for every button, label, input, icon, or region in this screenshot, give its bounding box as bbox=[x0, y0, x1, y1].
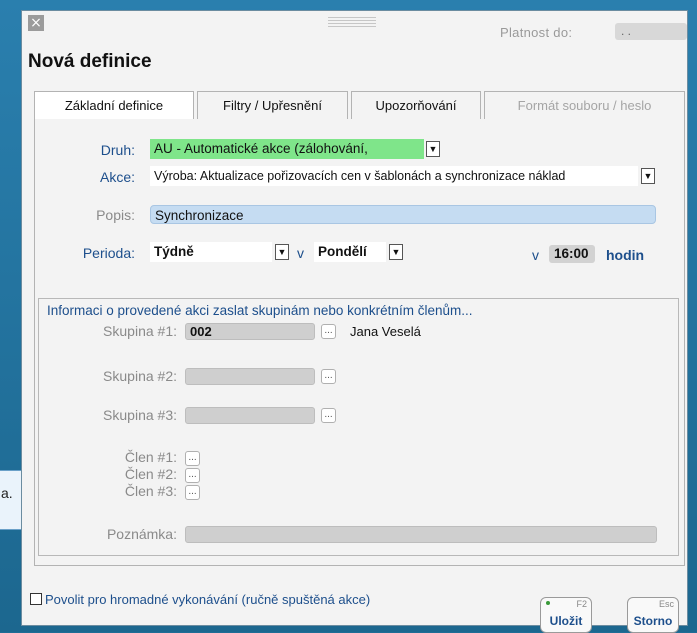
clen1-label: Člen #1: bbox=[124, 449, 177, 465]
section-title: Informaci o provedené akci zaslat skupin… bbox=[47, 303, 473, 318]
skupina1-browse-button[interactable]: ... bbox=[321, 324, 336, 339]
skupina2-browse-button[interactable]: ... bbox=[321, 369, 336, 384]
clen3-label: Člen #3: bbox=[124, 483, 177, 499]
druh-select[interactable]: AU - Automatické akce (zálohování, bbox=[150, 139, 424, 159]
popis-label: Popis: bbox=[96, 207, 135, 223]
clen1-browse-button[interactable]: ... bbox=[185, 451, 200, 466]
skupina1-member: Jana Veselá bbox=[350, 324, 421, 339]
drag-grip-icon[interactable] bbox=[328, 17, 376, 29]
cancel-button[interactable]: Esc Storno bbox=[627, 597, 679, 633]
cas-input[interactable]: 16:00 bbox=[549, 245, 595, 263]
tab-filtry[interactable]: Filtry / Upřesnění bbox=[197, 91, 348, 120]
skupina1-label: Skupina #1: bbox=[103, 323, 177, 339]
hodin-label: hodin bbox=[606, 247, 645, 263]
tooltip-text: a. bbox=[1, 485, 13, 501]
skupina3-label: Skupina #3: bbox=[103, 407, 177, 423]
perioda-v-label: v bbox=[297, 245, 304, 261]
platnost-field[interactable]: . . bbox=[615, 23, 687, 40]
chevron-down-icon[interactable]: ▼ bbox=[389, 244, 403, 260]
chevron-down-icon[interactable]: ▼ bbox=[641, 168, 655, 184]
clen3-browse-button[interactable]: ... bbox=[185, 485, 200, 500]
save-label: Uložit bbox=[549, 614, 583, 628]
notification-section: Informaci o provedené akci zaslat skupin… bbox=[38, 298, 679, 556]
hromadne-checkbox-label: Povolit pro hromadné vykonávání (ručně s… bbox=[45, 592, 371, 607]
clen2-browse-button[interactable]: ... bbox=[185, 468, 200, 483]
cancel-label: Storno bbox=[633, 614, 673, 628]
hromadne-checkbox[interactable] bbox=[30, 593, 42, 605]
cancel-shortcut: Esc bbox=[658, 599, 674, 609]
definition-dialog: × Platnost do: . . Nová definice Základn… bbox=[21, 10, 688, 633]
clen2-label: Člen #2: bbox=[124, 466, 177, 482]
status-led-icon bbox=[546, 601, 550, 605]
cas-v-label: v bbox=[532, 247, 539, 263]
tab-upozornovani[interactable]: Upozorňování bbox=[351, 91, 481, 120]
tab-format-souboru[interactable]: Formát souboru / heslo bbox=[484, 91, 685, 120]
dialog-title: Nová definice bbox=[28, 51, 152, 72]
save-button[interactable]: F2 Uložit bbox=[540, 597, 592, 633]
popis-input[interactable]: Synchronizace bbox=[150, 205, 656, 224]
hromadne-checkbox-row[interactable]: Povolit pro hromadné vykonávání (ručně s… bbox=[30, 592, 370, 607]
den-select[interactable]: Pondělí bbox=[314, 242, 386, 262]
skupina3-input[interactable] bbox=[185, 407, 315, 424]
save-shortcut: F2 bbox=[576, 599, 587, 609]
chevron-down-icon[interactable]: ▼ bbox=[275, 244, 289, 260]
skupina2-label: Skupina #2: bbox=[103, 368, 177, 384]
platnost-label: Platnost do: bbox=[500, 25, 573, 40]
perioda-select[interactable]: Týdně bbox=[150, 242, 272, 262]
perioda-label: Perioda: bbox=[82, 245, 135, 261]
tab-zakladni-definice[interactable]: Základní definice bbox=[34, 91, 194, 121]
skupina2-input[interactable] bbox=[185, 368, 315, 385]
chevron-down-icon[interactable]: ▼ bbox=[426, 141, 440, 157]
close-icon[interactable]: × bbox=[28, 15, 44, 31]
akce-select[interactable]: Výroba: Aktualizace pořizovacích cen v š… bbox=[150, 166, 638, 186]
akce-label: Akce: bbox=[99, 169, 135, 185]
skupina3-browse-button[interactable]: ... bbox=[321, 408, 336, 423]
poznamka-label: Poznámka: bbox=[106, 526, 177, 542]
skupina1-input[interactable]: 002 bbox=[185, 323, 315, 340]
poznamka-input[interactable] bbox=[185, 526, 657, 543]
druh-label: Druh: bbox=[100, 142, 135, 158]
